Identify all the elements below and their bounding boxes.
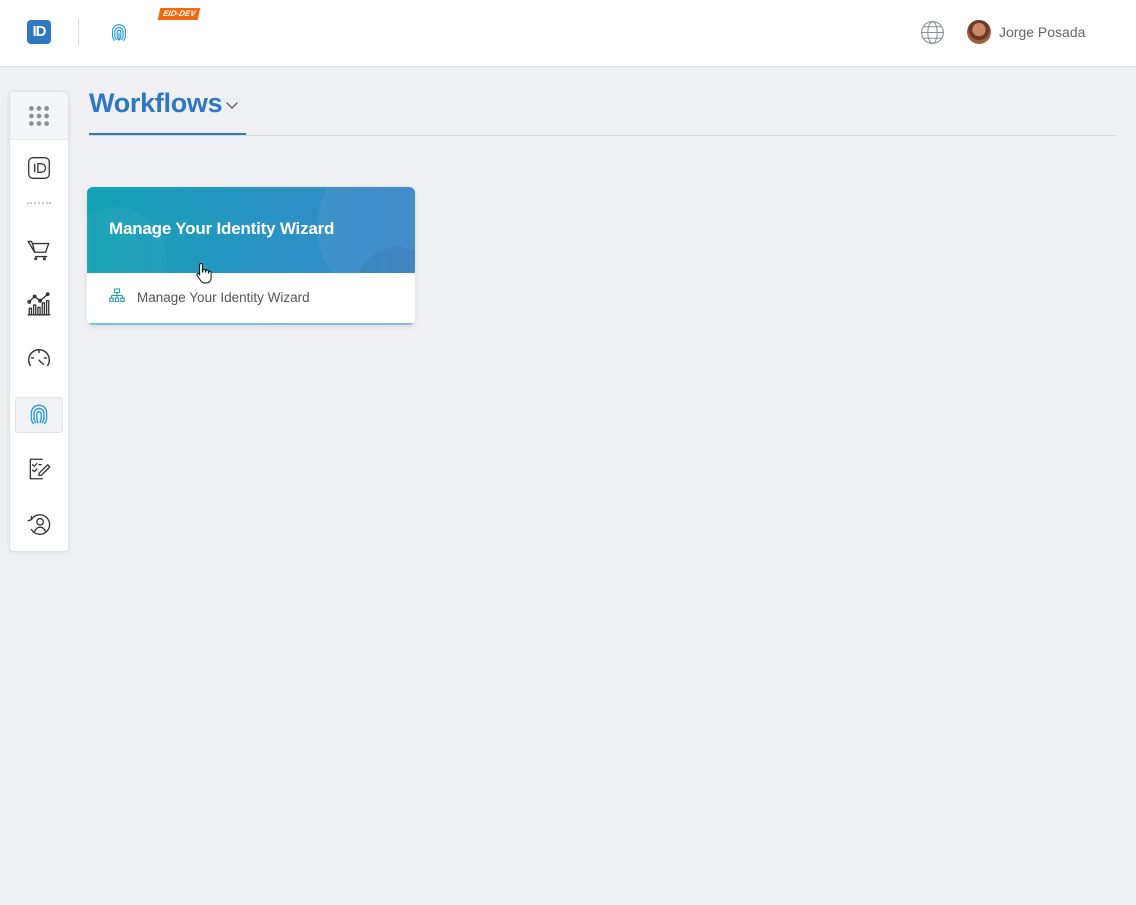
globe-icon[interactable] <box>920 20 945 45</box>
gauge-icon[interactable] <box>15 341 63 377</box>
checklist-edit-icon[interactable] <box>15 451 63 487</box>
card-banner: Manage Your Identity Wizard <box>87 187 415 273</box>
avatar[interactable] <box>967 20 991 44</box>
sidebar-separator <box>27 202 51 204</box>
chevron-down-icon[interactable] <box>225 98 239 112</box>
header-divider <box>89 135 1116 136</box>
hand-cursor-icon <box>196 262 212 284</box>
user-name[interactable]: Jorge Posada <box>999 24 1085 40</box>
cart-icon[interactable] <box>15 231 63 267</box>
analytics-icon[interactable] <box>15 286 63 322</box>
apps-grid-icon[interactable] <box>15 98 63 134</box>
card-label: Manage Your Identity Wizard <box>137 290 310 305</box>
topbar-divider <box>78 18 79 46</box>
page-title: Workflows <box>89 88 223 118</box>
card-title: Manage Your Identity Wizard <box>109 219 335 238</box>
fingerprint-icon[interactable] <box>15 397 63 433</box>
top-bar: ID EID-DEV Jorge Posada <box>0 0 1136 67</box>
card-accent <box>87 323 415 325</box>
sidebar <box>9 91 69 552</box>
page-title-tab[interactable]: Workflows <box>89 86 246 136</box>
env-badge: EID-DEV <box>157 8 201 20</box>
id-card-icon[interactable] <box>15 150 63 186</box>
workflow-card[interactable]: Manage Your Identity Wizard Manage Your … <box>87 187 415 325</box>
id-logo-icon[interactable]: ID <box>27 20 51 44</box>
fingerprint-icon[interactable] <box>108 22 130 44</box>
hierarchy-icon <box>109 288 125 302</box>
user-sync-icon[interactable] <box>15 506 63 542</box>
